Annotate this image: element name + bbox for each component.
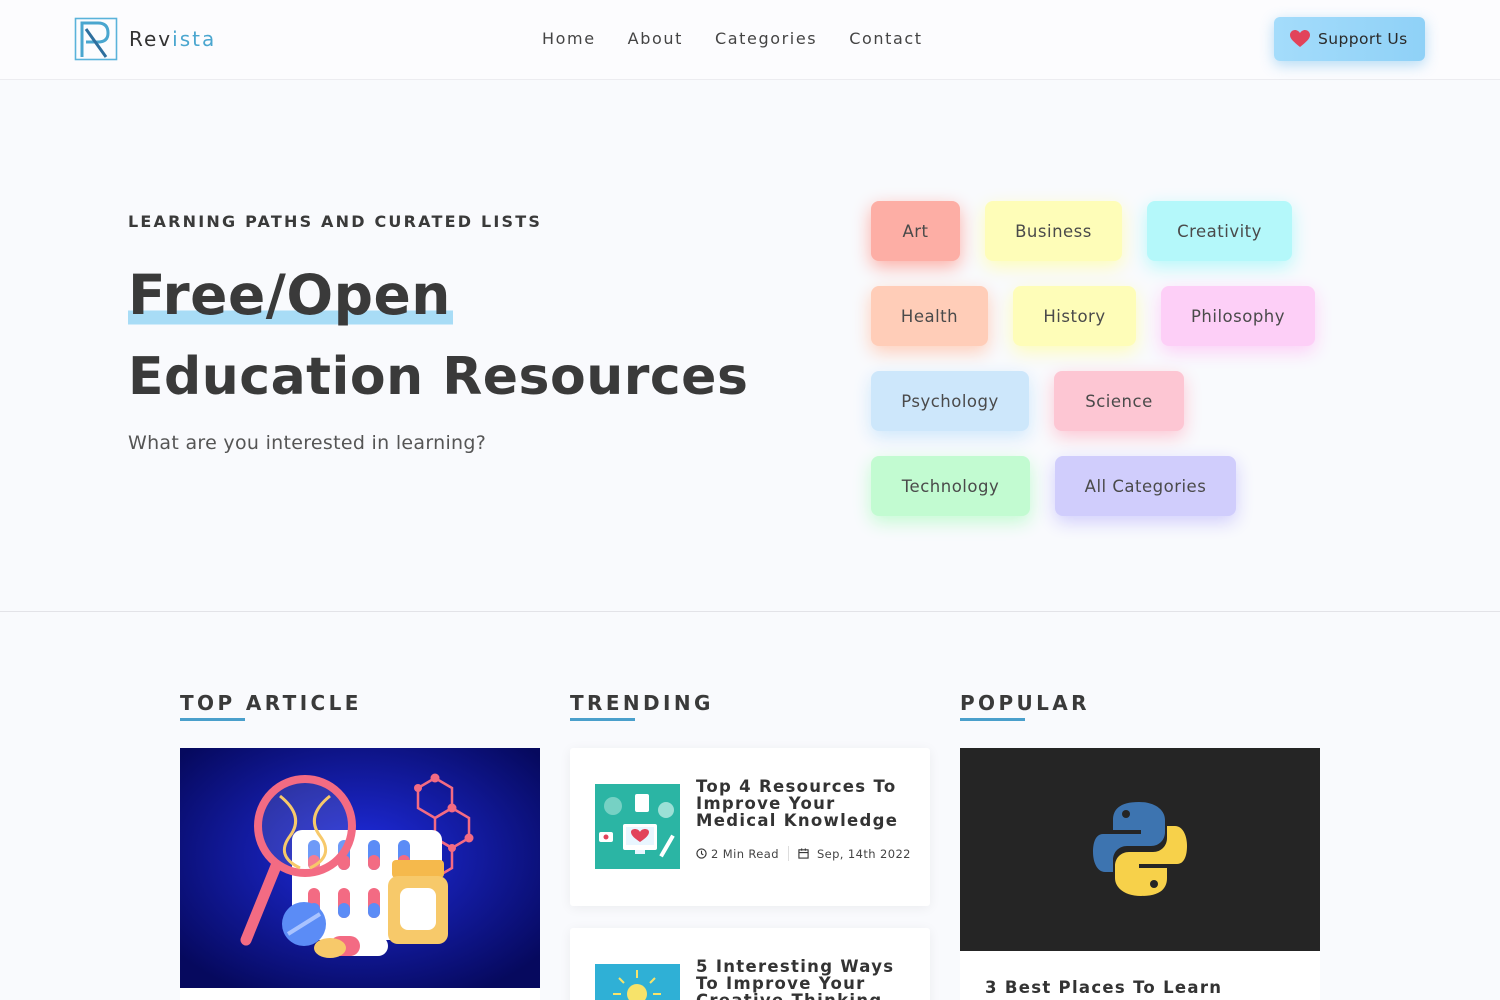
- section-title-popular: POPULAR: [960, 691, 1090, 715]
- section-underline: [570, 718, 635, 721]
- hero-eyebrow: LEARNING PATHS AND CURATED LISTS: [128, 212, 543, 231]
- section-title-trending: TRENDING: [570, 691, 714, 715]
- section-underline: [180, 718, 245, 721]
- publish-date: Sep, 14th 2022: [816, 846, 911, 861]
- hero-subtitle: What are you interested in learning?: [128, 432, 487, 454]
- support-us-label: Support Us: [1318, 30, 1408, 48]
- top-article-image: [180, 748, 540, 988]
- nav-categories[interactable]: Categories: [715, 29, 817, 48]
- category-chip-psychology[interactable]: Psychology: [871, 371, 1029, 431]
- top-article-card[interactable]: [180, 748, 540, 1000]
- revista-logo-icon: [74, 17, 118, 61]
- nav-about[interactable]: About: [628, 29, 683, 48]
- brand-name: Revista: [129, 27, 217, 51]
- category-chip-creativity[interactable]: Creativity: [1147, 201, 1292, 261]
- creative-thumbnail: [595, 964, 680, 1000]
- category-chip-technology[interactable]: Technology: [871, 456, 1030, 516]
- trending-card[interactable]: Top 4 Resources To Improve Your Medical …: [570, 748, 930, 906]
- category-chip-business[interactable]: Business: [985, 201, 1122, 261]
- article-meta: 2 Min Read Sep, 14th 2022: [696, 846, 911, 861]
- nav-contact[interactable]: Contact: [849, 29, 922, 48]
- hero-title-line1: Free/Open: [128, 258, 453, 332]
- hero-title-line2: Education Resources: [128, 347, 749, 407]
- site-logo[interactable]: Revista: [74, 17, 216, 61]
- popular-article-title[interactable]: 3 Best Places To Learn: [985, 978, 1222, 997]
- medical-thumbnail: [595, 784, 680, 869]
- site-header: Revista Home About Categories Contact Su…: [0, 0, 1500, 80]
- section-underline: [960, 718, 1025, 721]
- section-divider: [0, 611, 1500, 612]
- heart-icon: [1290, 30, 1310, 47]
- clock-icon: [696, 848, 707, 859]
- python-logo-icon: [1093, 802, 1187, 896]
- category-chip-all-categories[interactable]: All Categories: [1055, 456, 1236, 516]
- section-title-top-article: TOP ARTICLE: [180, 691, 362, 715]
- category-chip-science[interactable]: Science: [1054, 371, 1184, 431]
- category-chip-health[interactable]: Health: [871, 286, 988, 346]
- popular-card[interactable]: 3 Best Places To Learn: [960, 748, 1320, 1000]
- meta-separator: [787, 846, 789, 861]
- calendar-icon: [798, 848, 809, 859]
- trending-article-title[interactable]: Top 4 Resources To Improve Your Medical …: [696, 778, 916, 829]
- popular-article-image: [960, 748, 1320, 951]
- main-nav: Home About Categories Contact: [542, 29, 955, 48]
- trending-article-title[interactable]: 5 Interesting Ways To Improve Your Creat…: [696, 958, 916, 1000]
- trending-card[interactable]: 5 Interesting Ways To Improve Your Creat…: [570, 928, 930, 1000]
- hero-title-highlight: Free/Open: [128, 263, 453, 327]
- category-chip-art[interactable]: Art: [871, 201, 960, 261]
- nav-home[interactable]: Home: [542, 29, 596, 48]
- read-time: 2 Min Read: [711, 846, 779, 861]
- category-chip-philosophy[interactable]: Philosophy: [1161, 286, 1315, 346]
- category-chip-history[interactable]: History: [1013, 286, 1136, 346]
- support-us-button[interactable]: Support Us: [1274, 17, 1425, 61]
